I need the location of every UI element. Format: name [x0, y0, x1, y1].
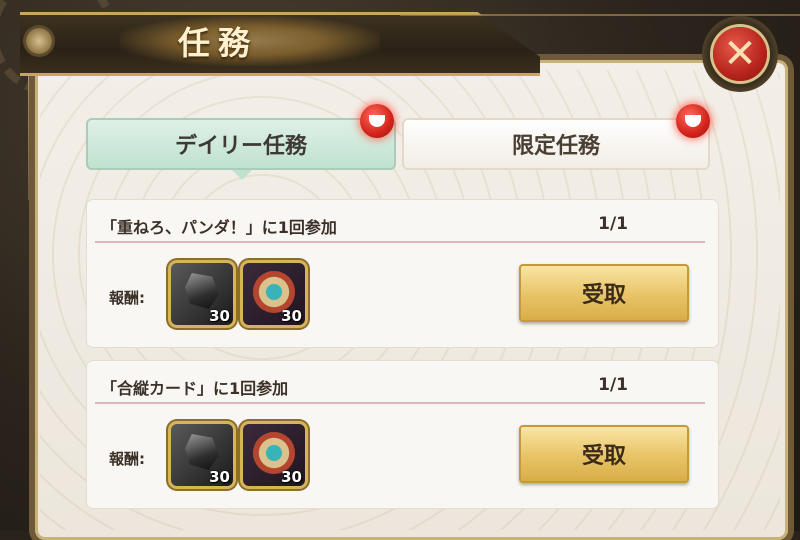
chain-ornament [28, 60, 31, 200]
page-title: 任務 [178, 24, 259, 62]
reward-count: 30 [281, 307, 302, 325]
quest-title: 「合縦カード」に1回参加 [101, 379, 289, 398]
divider [95, 402, 705, 404]
tab-limited-label: 限定任務 [511, 134, 600, 159]
bolt-icon [26, 28, 52, 54]
quest-card: 「重ねろ、パンダ！」に1回参加 1/1 報酬: 30 30 受取 [87, 200, 718, 347]
tab-daily[interactable]: デイリー任務 [86, 118, 396, 180]
notification-badge-icon [676, 104, 710, 138]
reward-item[interactable]: 30 [171, 263, 233, 325]
ore-icon [185, 434, 219, 470]
quest-title: 「重ねろ、パンダ！」に1回参加 [101, 218, 337, 237]
reward-count: 30 [209, 468, 230, 486]
reward-item[interactable]: 30 [243, 424, 305, 486]
quest-progress: 1/1 [598, 375, 628, 395]
reward-label: 報酬: [109, 289, 145, 307]
receive-button[interactable]: 受取 [519, 264, 689, 322]
divider [95, 241, 705, 243]
notification-badge-icon [360, 104, 394, 138]
reward-item[interactable]: 30 [243, 263, 305, 325]
tab-limited[interactable]: 限定任務 [402, 118, 710, 170]
reward-label: 報酬: [109, 450, 145, 468]
close-button[interactable]: ✕ [702, 16, 778, 92]
reward-item[interactable]: 30 [171, 424, 233, 486]
tab-daily-label: デイリー任務 [174, 134, 307, 159]
reward-count: 30 [281, 468, 302, 486]
quest-progress: 1/1 [598, 214, 628, 234]
close-icon: ✕ [713, 27, 767, 81]
ore-icon [185, 273, 219, 309]
reward-count: 30 [209, 307, 230, 325]
receive-button[interactable]: 受取 [519, 425, 689, 483]
quest-card: 「合縦カード」に1回参加 1/1 報酬: 30 30 受取 [87, 361, 718, 508]
